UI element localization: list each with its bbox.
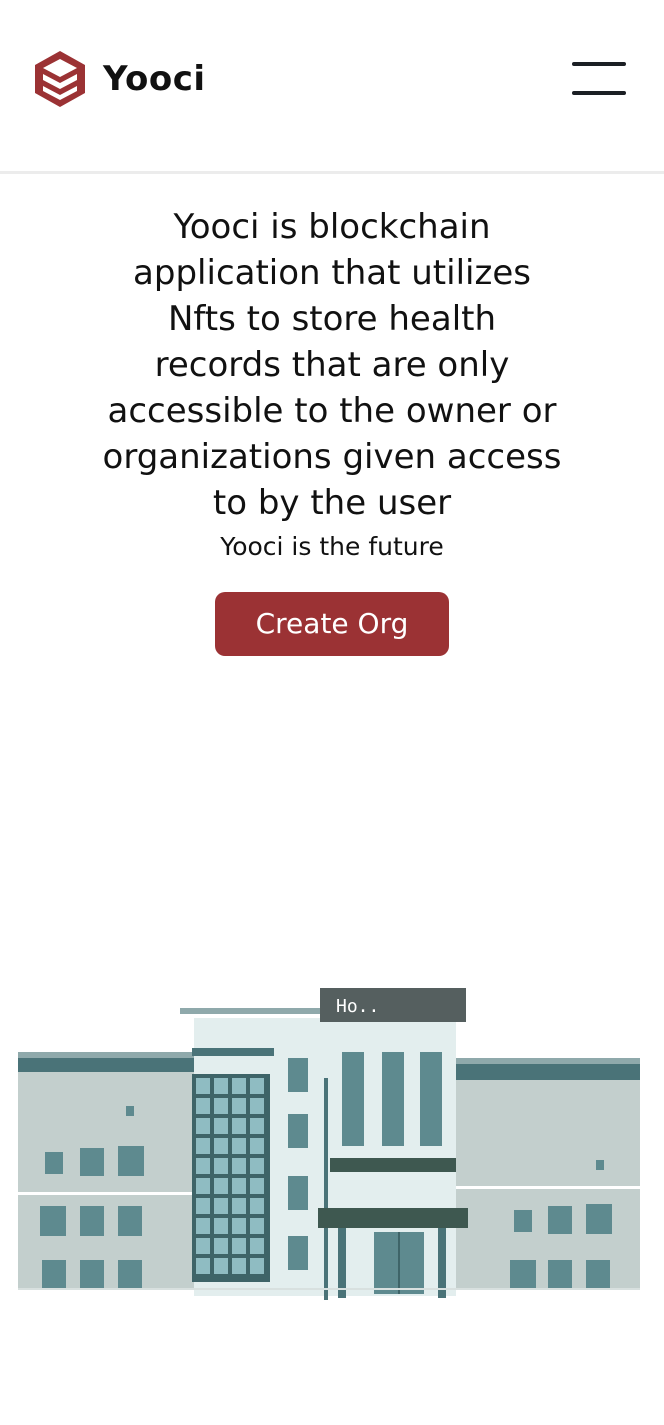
stacked-cube-logo-icon [35,51,85,107]
hero-headline: Yooci is blockchain application that uti… [102,207,562,523]
hamburger-menu-icon-line [572,91,626,95]
top-navbar: Yooci [0,0,664,174]
hospital-building-illustration: Ho.. [18,988,640,1300]
brand-logo-link[interactable]: Yooci [33,49,206,109]
hero-section: Yooci is blockchain application that uti… [0,204,664,656]
hero-subtitle: Yooci is the future [220,532,444,561]
hamburger-menu-icon [572,62,626,66]
create-org-button[interactable]: Create Org [215,592,449,656]
hospital-sign-text: Ho.. [336,996,379,1017]
hamburger-menu-button[interactable] [572,60,626,100]
brand-name: Yooci [103,59,206,99]
